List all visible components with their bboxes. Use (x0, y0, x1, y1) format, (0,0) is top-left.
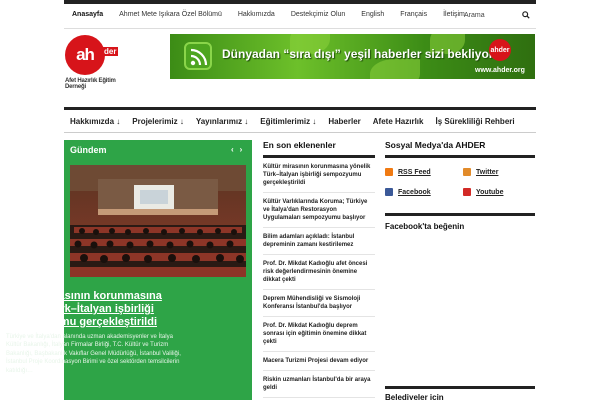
top-navigation: Anasayfa Ahmet Mete Işıkara Özel Bölümü … (64, 4, 473, 25)
youtube-link[interactable]: Youtube (463, 188, 535, 196)
latest-posts: En son eklenenler Kültür mirasının korun… (263, 140, 375, 398)
topnav-ahmet-mete[interactable]: Ahmet Mete Işıkara Özel Bölümü (111, 11, 230, 18)
logo-tagline: Afet Hazırlık Eğitim Derneği (65, 78, 116, 90)
mainnav-trainings[interactable]: Eğitimlerimiz ↓ (254, 117, 322, 126)
banner-rss-icon (184, 42, 212, 70)
latest-item[interactable]: Kültür mirasının korunmasına yönelik Tür… (263, 158, 375, 193)
search-box[interactable]: Arama (458, 8, 536, 22)
mainnav-about[interactable]: Hakkımızda ↓ (64, 117, 126, 126)
banner-url: www.ahder.org (475, 67, 525, 74)
latest-item[interactable]: Kültür Varlıklarında Koruma; Türkiye ve … (263, 193, 375, 228)
top-bar: Anasayfa Ahmet Mete Işıkara Özel Bölümü … (0, 0, 600, 29)
logo-word: der (102, 47, 119, 56)
slider-controls: ‹ › (231, 145, 242, 154)
latest-item[interactable]: Macera Turizmi Projesi devam ediyor (263, 352, 375, 371)
site-logo[interactable]: ah der Afet Hazırlık Eğitim Derneği (65, 35, 145, 105)
latest-item[interactable]: Deprem Mühendisliği ve Sismoloji Konfera… (263, 290, 375, 317)
agenda-title: Gündem (70, 145, 107, 155)
top-divider (64, 28, 536, 29)
search-icon[interactable] (522, 11, 530, 19)
mainnav-business-continuity[interactable]: İş Sürekliliği Rehberi (429, 117, 520, 126)
topnav-about[interactable]: Hakkımızda (230, 11, 283, 18)
main-navigation: Hakkımızda ↓ Projelerimiz ↓ Yayınlarımız… (64, 107, 536, 133)
agenda-headline[interactable]: Kültür mirasının korunmasına yönelik Tür… (6, 290, 184, 329)
banner-leaf-decoration (370, 59, 420, 79)
agenda-photo[interactable] (70, 165, 246, 277)
latest-list: Kültür mirasının korunmasına yönelik Tür… (263, 158, 375, 398)
latest-item[interactable]: Riskin uzmanları İstanbul'da bir araya g… (263, 371, 375, 398)
mainnav-projects[interactable]: Projelerimiz ↓ (126, 117, 190, 126)
logo-mark: ah (65, 35, 105, 75)
agenda-date: 06/11/2014 (6, 280, 36, 286)
banner-text: Dünyadan “sıra dışı” yeşil haberler sizi… (222, 47, 498, 61)
banner-logo-badge: ahder (489, 39, 511, 61)
latest-item[interactable]: Prof. Dr. Mikdat Kadıoğlu afet öncesi ri… (263, 255, 375, 290)
youtube-icon (463, 188, 471, 196)
topnav-support[interactable]: Destekçimiz Olun (283, 11, 353, 18)
mainnav-disaster-prep[interactable]: Afete Hazırlık (367, 117, 430, 126)
next-arrow-icon[interactable]: › (240, 145, 243, 154)
prev-arrow-icon[interactable]: ‹ (231, 145, 234, 154)
twitter-label: Twitter (476, 168, 499, 176)
latest-title: En son eklenenler (263, 140, 375, 158)
mainnav-news[interactable]: Haberler (322, 117, 366, 126)
topnav-home[interactable]: Anasayfa (64, 11, 111, 18)
youtube-label: Youtube (476, 188, 504, 196)
facebook-link[interactable]: Facebook (385, 188, 463, 196)
latest-item[interactable]: Prof. Dr. Mikdat Kadıoğlu deprem sonrası… (263, 317, 375, 352)
latest-item[interactable]: Bilim adamları açıkladı: İstanbul deprem… (263, 228, 375, 255)
facebook-like-title: Facebook'ta beğenin (385, 213, 535, 231)
agenda-description: Türkiye ve İtalya'dan alanında uzman aka… (6, 334, 181, 374)
topnav-french[interactable]: Français (392, 11, 435, 18)
social-media-widget: Sosyal Medya'da AHDER RSS Feed Twitter F… (385, 140, 535, 196)
search-input[interactable]: Arama (464, 12, 485, 19)
facebook-icon (385, 188, 393, 196)
rss-link[interactable]: RSS Feed (385, 168, 463, 176)
facebook-label: Facebook (398, 188, 431, 196)
social-title: Sosyal Medya'da AHDER (385, 140, 535, 158)
twitter-link[interactable]: Twitter (463, 168, 535, 176)
rss-label: RSS Feed (398, 168, 431, 176)
twitter-icon (463, 168, 471, 176)
topnav-english[interactable]: English (353, 11, 392, 18)
social-links: RSS Feed Twitter Facebook Youtube (385, 168, 535, 196)
municipalities-title: Belediyeler için (385, 386, 535, 400)
header-banner[interactable]: Dünyadan “sıra dışı” yeşil haberler sizi… (170, 34, 535, 79)
rss-icon (385, 168, 393, 176)
mainnav-publications[interactable]: Yayınlarımız ↓ (190, 117, 254, 126)
